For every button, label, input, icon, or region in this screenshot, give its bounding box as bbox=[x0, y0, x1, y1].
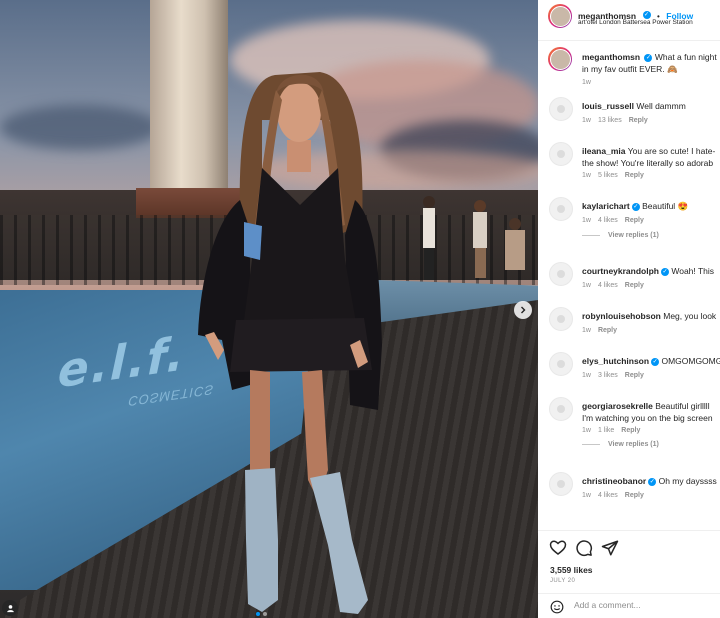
next-image-button[interactable] bbox=[514, 301, 532, 319]
post-photo[interactable]: e.l.f. COSMETICS bbox=[0, 0, 538, 618]
user-icon bbox=[6, 604, 14, 612]
author-avatar[interactable] bbox=[548, 4, 572, 28]
reply-button[interactable]: Reply bbox=[598, 327, 617, 334]
caption-text: What a fun night bbox=[654, 52, 717, 62]
post-date: JULY 20 bbox=[550, 578, 576, 584]
comment-username[interactable]: elys_hutchinson bbox=[582, 356, 649, 366]
chevron-right-icon bbox=[521, 306, 526, 314]
caption-avatar[interactable] bbox=[548, 47, 572, 71]
comments-list[interactable]: meganthomsn ✓ What a fun night in my fav… bbox=[538, 40, 720, 530]
comment-meta: 1w Reply bbox=[582, 327, 624, 334]
commenter-avatar[interactable] bbox=[549, 352, 573, 376]
comment-likes[interactable]: 5 likes bbox=[598, 172, 618, 179]
emoji-icon[interactable] bbox=[550, 600, 564, 614]
view-replies-button[interactable]: View replies (1) bbox=[582, 232, 659, 239]
comment-meta: 1w 4 likes Reply bbox=[582, 282, 651, 289]
view-replies-button[interactable]: View replies (1) bbox=[582, 441, 659, 448]
comment-likes[interactable]: 13 likes bbox=[598, 117, 622, 124]
comment-text: Well dammm bbox=[636, 101, 686, 111]
verified-badge-icon: ✓ bbox=[644, 53, 653, 62]
reply-button[interactable]: Reply bbox=[625, 372, 644, 379]
comment-time: 1w bbox=[582, 327, 591, 334]
comment-username[interactable]: courtneykrandolph bbox=[582, 266, 659, 276]
share-icon[interactable] bbox=[601, 539, 619, 557]
comment-text: Beautiful 😍 bbox=[642, 201, 689, 211]
model-figure bbox=[198, 72, 382, 614]
caption-time: 1w bbox=[582, 79, 598, 86]
post-location[interactable]: art'otel London Battersea Power Station bbox=[578, 19, 693, 26]
comment-likes[interactable]: 4 likes bbox=[598, 492, 618, 499]
comment-icon[interactable] bbox=[575, 539, 593, 557]
comment-text: Oh my dayssss bbox=[658, 476, 717, 486]
carousel-dot-active bbox=[256, 612, 260, 616]
carousel-dots bbox=[256, 612, 267, 616]
verified-badge-icon: ✓ bbox=[642, 10, 651, 19]
comment-time: 1w bbox=[582, 492, 591, 499]
comment-text: Beautiful girlllll bbox=[655, 401, 710, 411]
caption-text-line2: in my fav outfit EVER. 🙈 bbox=[582, 64, 678, 74]
post-side-panel: meganthomsn ✓ • Follow art'otel London B… bbox=[538, 0, 720, 618]
reply-button[interactable]: Reply bbox=[625, 172, 644, 179]
comment-username[interactable]: robynlouisehobson bbox=[582, 311, 661, 321]
commenter-avatar[interactable] bbox=[549, 472, 573, 496]
commenter-avatar[interactable] bbox=[549, 142, 573, 166]
comment-meta: 1w 3 likes Reply bbox=[582, 372, 651, 379]
verified-badge-icon: ✓ bbox=[631, 202, 640, 211]
heart-icon[interactable] bbox=[549, 539, 567, 557]
caption-username[interactable]: meganthomsn bbox=[582, 52, 640, 62]
reply-button[interactable]: Reply bbox=[629, 117, 648, 124]
comment-text-line2: I'm watching you on the big screen bbox=[582, 413, 713, 423]
comment-text: OMGOMGOMG bbox=[661, 356, 720, 366]
comment-likes[interactable]: 4 likes bbox=[598, 217, 618, 224]
carousel-dot bbox=[263, 612, 267, 616]
comment-meta: 1w 5 likes Reply bbox=[582, 172, 651, 179]
comment-likes[interactable]: 4 likes bbox=[598, 282, 618, 289]
add-comment-bar bbox=[538, 593, 720, 618]
reply-button[interactable]: Reply bbox=[625, 492, 644, 499]
commenter-avatar[interactable] bbox=[549, 97, 573, 121]
add-comment-input[interactable] bbox=[574, 600, 720, 610]
commenter-avatar[interactable] bbox=[549, 307, 573, 331]
comment-text: Meg, you look bbox=[663, 311, 717, 321]
comment-time: 1w bbox=[582, 172, 591, 179]
comment-text: Woah! This bbox=[671, 266, 715, 276]
commenter-avatar[interactable] bbox=[549, 397, 573, 421]
reply-button[interactable]: Reply bbox=[621, 427, 640, 434]
reply-button[interactable]: Reply bbox=[625, 217, 644, 224]
comment-username[interactable]: christineobanor bbox=[582, 476, 646, 486]
commenter-avatar[interactable] bbox=[549, 197, 573, 221]
post-actions: 3,559 likes JULY 20 bbox=[538, 530, 720, 618]
comment-text-line2: the show! You're literally so adorab bbox=[582, 158, 714, 168]
comment-time: 1w bbox=[582, 427, 591, 434]
comment-username[interactable]: georgiarosekrelle bbox=[582, 401, 653, 411]
comment-username[interactable]: louis_russell bbox=[582, 101, 634, 111]
verified-badge-icon: ✓ bbox=[660, 267, 669, 276]
comment-meta: 1w 1 like Reply bbox=[582, 427, 647, 434]
post-header: meganthomsn ✓ • Follow art'otel London B… bbox=[538, 0, 720, 41]
comment-username[interactable]: ileana_mia bbox=[582, 146, 625, 156]
commenter-avatar[interactable] bbox=[549, 262, 573, 286]
verified-badge-icon: ✓ bbox=[648, 477, 657, 486]
verified-badge-icon: ✓ bbox=[651, 357, 660, 366]
comment-time: 1w bbox=[582, 372, 591, 379]
comment-meta: 1w 4 likes Reply bbox=[582, 217, 651, 224]
comment-time: 1w bbox=[582, 117, 591, 124]
comment-username[interactable]: kaylarichart bbox=[582, 201, 630, 211]
likes-count[interactable]: 3,559 likes bbox=[550, 565, 593, 575]
caption: meganthomsn ✓ What a fun night in my fav… bbox=[538, 40, 720, 90]
tagged-users-button[interactable] bbox=[2, 600, 18, 616]
reply-button[interactable]: Reply bbox=[625, 282, 644, 289]
comment-likes[interactable]: 1 like bbox=[598, 427, 614, 434]
comment-meta: 1w 13 likes Reply bbox=[582, 117, 655, 124]
time: 1w bbox=[582, 79, 591, 86]
comment-time: 1w bbox=[582, 217, 591, 224]
comment-text: You are so cute! I hate- bbox=[627, 146, 716, 156]
comment-likes[interactable]: 3 likes bbox=[598, 372, 618, 379]
comment-meta: 1w 4 likes Reply bbox=[582, 492, 651, 499]
comment-time: 1w bbox=[582, 282, 591, 289]
